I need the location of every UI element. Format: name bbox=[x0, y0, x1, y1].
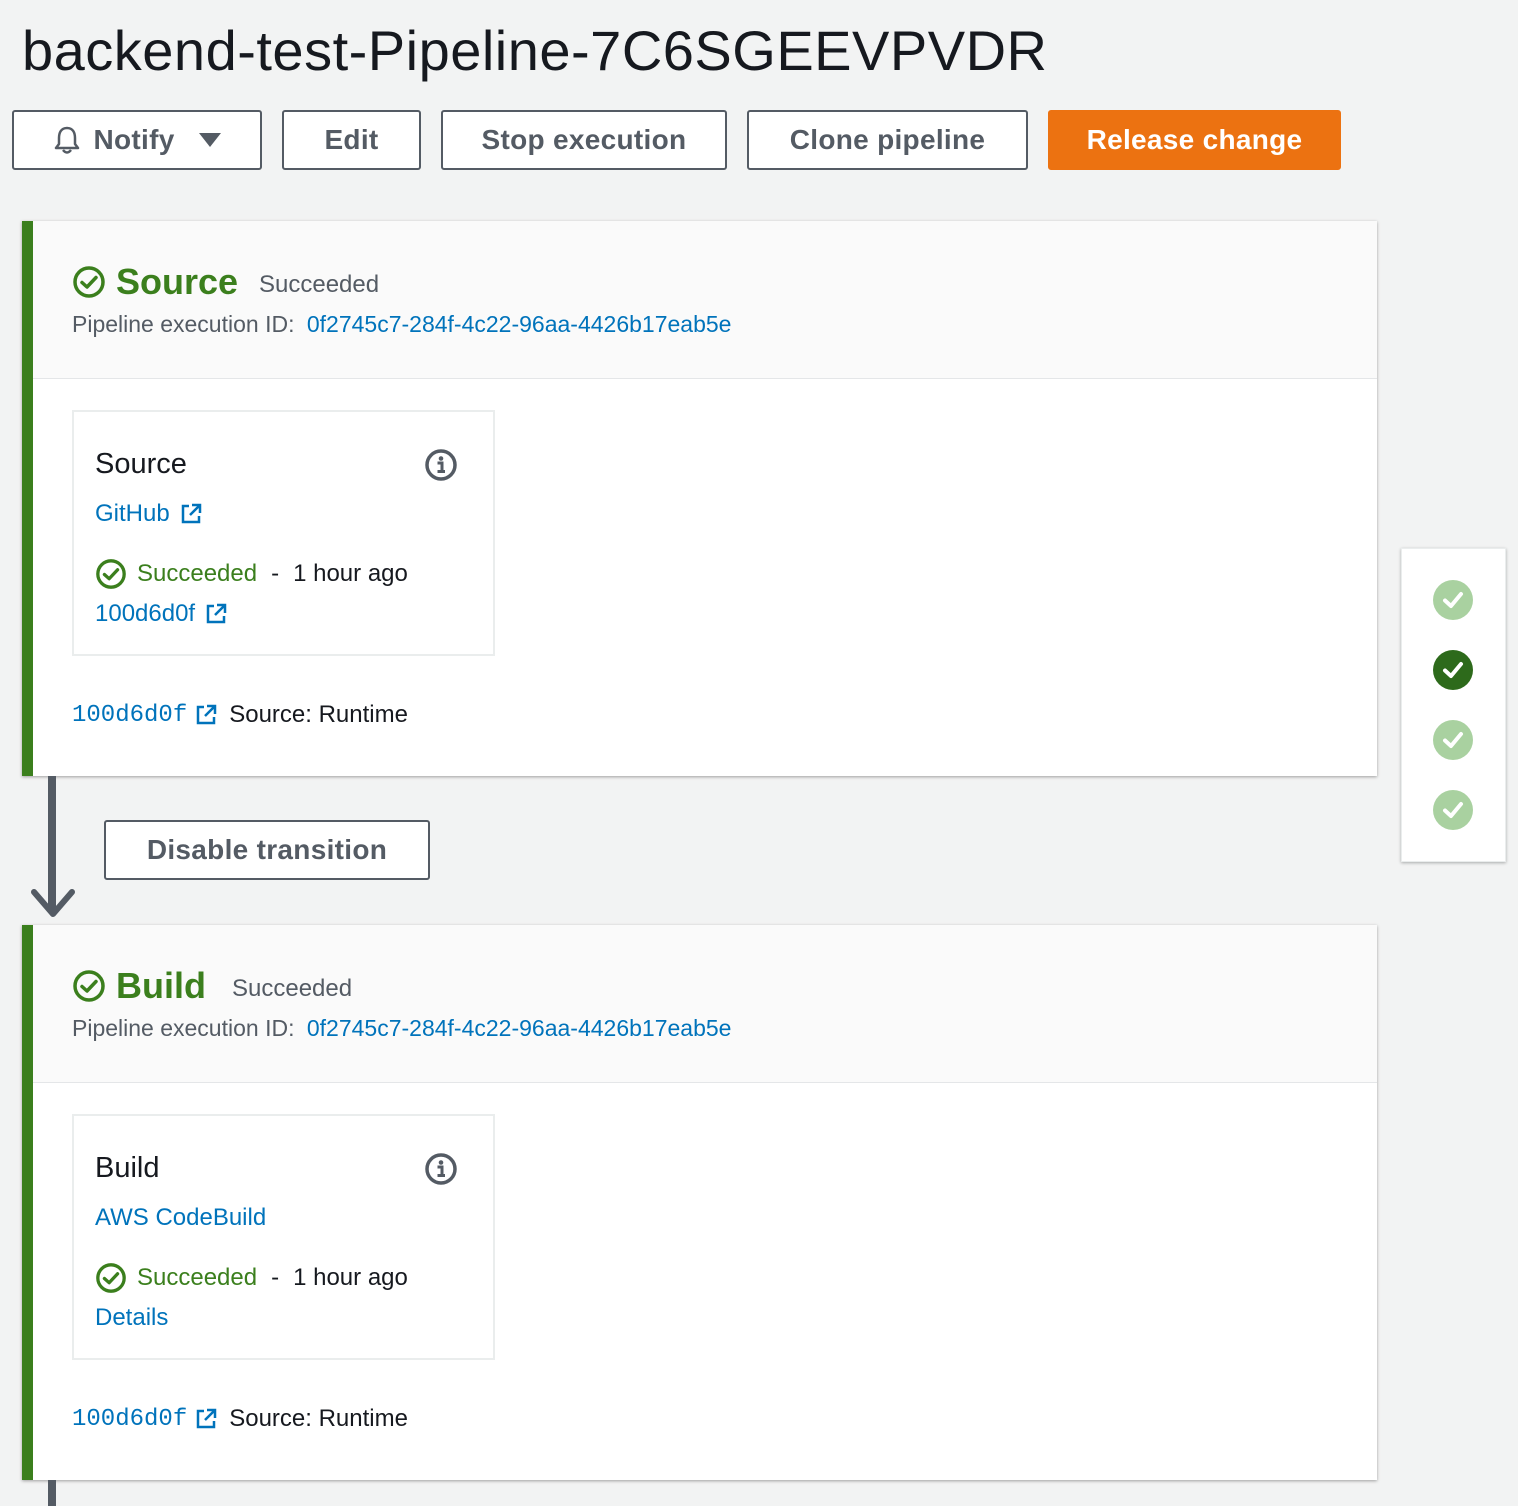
stage-title: Build bbox=[72, 965, 206, 1007]
revision-line: 100d6d0f Source: Runtime bbox=[72, 1405, 408, 1433]
revision-line: 100d6d0f Source: Runtime bbox=[72, 701, 408, 729]
action-title: Source bbox=[95, 448, 187, 480]
details-link[interactable]: Details bbox=[95, 1304, 168, 1332]
mini-map-step-icon[interactable] bbox=[1432, 789, 1474, 831]
revision-link[interactable]: 100d6d0f bbox=[72, 1406, 187, 1433]
stop-execution-button[interactable]: Stop execution bbox=[441, 110, 727, 170]
details-link-label: Details bbox=[95, 1304, 169, 1331]
arrow-down-icon bbox=[31, 889, 75, 917]
execution-id-line: Pipeline execution ID: 0f2745c7-284f-4c2… bbox=[72, 1015, 731, 1042]
action-title: Build bbox=[95, 1152, 160, 1184]
execution-id-line: Pipeline execution ID: 0f2745c7-284f-4c2… bbox=[72, 311, 731, 338]
action-card-source: Source GitHub Succeeded - 1 hour ago 100… bbox=[72, 410, 495, 656]
execution-id-link[interactable]: 0f2745c7-284f-4c22-96aa-4426b17eab5e bbox=[307, 311, 732, 337]
success-check-icon bbox=[73, 266, 105, 298]
stage-title: Source bbox=[72, 261, 238, 303]
mini-map-step-icon[interactable] bbox=[1432, 649, 1474, 691]
revision-source: Source: Runtime bbox=[229, 701, 408, 728]
action-provider-link[interactable]: GitHub bbox=[95, 500, 202, 528]
status-separator: - bbox=[271, 1264, 280, 1291]
success-check-icon bbox=[73, 970, 105, 1002]
action-status: Succeeded - 1 hour ago bbox=[95, 558, 408, 590]
external-link-icon[interactable] bbox=[195, 704, 217, 726]
provider-label: AWS CodeBuild bbox=[95, 1204, 267, 1231]
stage-name-label: Source bbox=[116, 261, 239, 302]
execution-id-label: Pipeline execution ID: bbox=[72, 311, 295, 337]
success-check-icon bbox=[96, 559, 126, 589]
stage-status: Succeeded bbox=[232, 975, 353, 1002]
transition-line bbox=[48, 1480, 56, 1506]
stage-source: Source Succeeded Pipeline execution ID: … bbox=[22, 221, 1377, 776]
bell-icon bbox=[55, 126, 80, 154]
info-icon[interactable] bbox=[424, 1152, 458, 1186]
external-link-icon bbox=[206, 603, 227, 624]
notify-label: Notify bbox=[93, 124, 175, 155]
stage-build: Build Succeeded Pipeline execution ID: 0… bbox=[22, 925, 1377, 1480]
external-link-icon[interactable] bbox=[195, 1408, 217, 1430]
external-link-icon bbox=[181, 503, 201, 524]
disable-transition-button[interactable]: Disable transition bbox=[104, 820, 430, 880]
action-card-build: Build AWS CodeBuild Succeeded - 1 hour a… bbox=[72, 1114, 495, 1360]
execution-id-label: Pipeline execution ID: bbox=[72, 1015, 295, 1041]
status-time: 1 hour ago bbox=[293, 560, 408, 587]
status-label: Succeeded bbox=[137, 560, 258, 587]
action-provider-link[interactable]: AWS CodeBuild bbox=[95, 1204, 266, 1232]
success-check-icon bbox=[96, 1263, 126, 1293]
info-icon[interactable] bbox=[424, 448, 458, 482]
execution-id-link[interactable]: 0f2745c7-284f-4c22-96aa-4426b17eab5e bbox=[307, 1015, 732, 1041]
mini-map-step-icon[interactable] bbox=[1432, 719, 1474, 761]
stage-name-label: Build bbox=[116, 965, 206, 1006]
mini-map-step-icon[interactable] bbox=[1432, 579, 1474, 621]
caret-down-icon bbox=[198, 133, 221, 147]
status-time: 1 hour ago bbox=[293, 1264, 408, 1291]
status-separator: - bbox=[271, 560, 280, 587]
notify-button[interactable]: Notify bbox=[12, 110, 262, 170]
revision-link[interactable]: 100d6d0f bbox=[72, 702, 187, 729]
pipeline-mini-map bbox=[1401, 548, 1506, 862]
stage-status: Succeeded bbox=[259, 271, 380, 298]
release-change-button[interactable]: Release change bbox=[1048, 110, 1341, 170]
status-label: Succeeded bbox=[137, 1264, 258, 1291]
clone-pipeline-button[interactable]: Clone pipeline bbox=[747, 110, 1028, 170]
stage-header: Build Succeeded Pipeline execution ID: 0… bbox=[33, 925, 1377, 1083]
action-status: Succeeded - 1 hour ago bbox=[95, 1262, 408, 1294]
page-title: backend-test-Pipeline-7C6SGEEVPVDR bbox=[22, 19, 1048, 82]
edit-button[interactable]: Edit bbox=[282, 110, 421, 170]
revision-source: Source: Runtime bbox=[229, 1405, 408, 1432]
commit-link-label: 100d6d0f bbox=[95, 600, 196, 627]
provider-label: GitHub bbox=[95, 500, 170, 527]
stage-header: Source Succeeded Pipeline execution ID: … bbox=[33, 221, 1377, 379]
commit-link[interactable]: 100d6d0f bbox=[95, 600, 227, 628]
